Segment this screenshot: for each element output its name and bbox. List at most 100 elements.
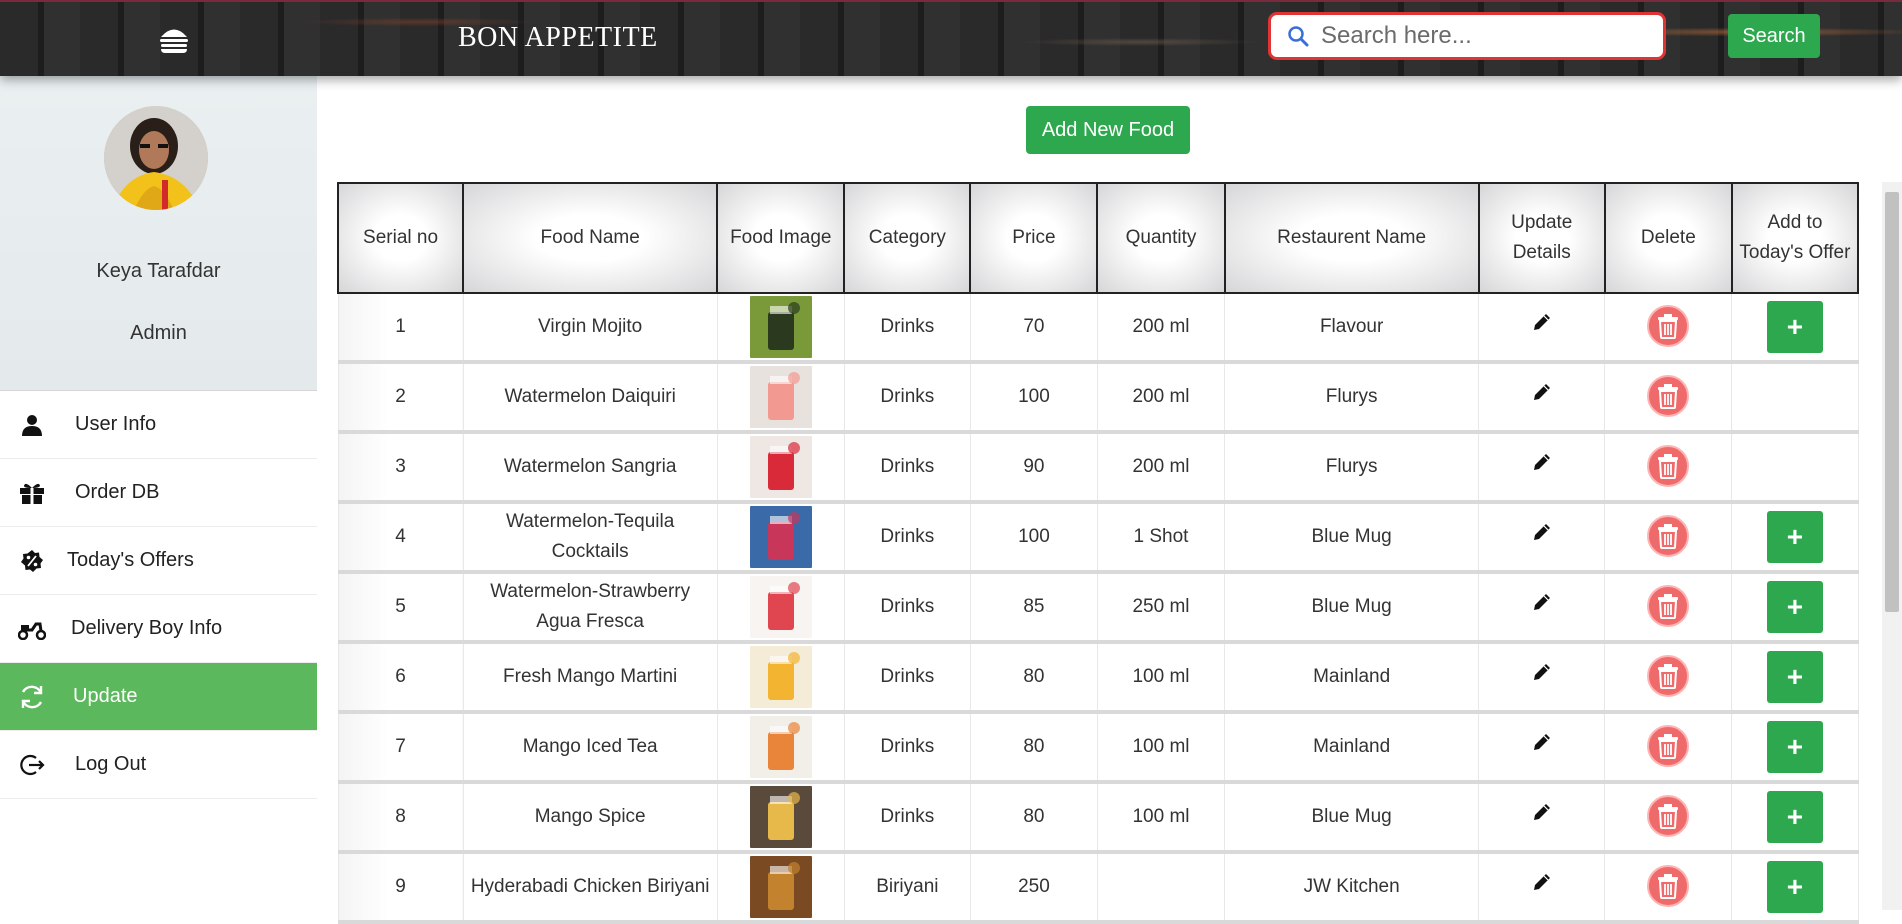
- edit-pencil-icon[interactable]: [1532, 732, 1552, 762]
- cell-food-image: [716, 293, 845, 362]
- cell-delete: [1604, 852, 1733, 922]
- delete-button[interactable]: [1647, 515, 1690, 557]
- delete-button[interactable]: [1647, 445, 1690, 487]
- food-image: [749, 296, 812, 358]
- add-to-offer-button[interactable]: +: [1766, 651, 1823, 703]
- table-row: 3 Watermelon Sangria Drinks 90 200 ml Flurys: [337, 432, 1859, 502]
- plus-icon: +: [1786, 591, 1804, 622]
- column-header: Delete: [1603, 182, 1733, 294]
- search-button[interactable]: Search: [1728, 14, 1820, 58]
- plus-icon: +: [1786, 311, 1804, 342]
- add-new-food-button[interactable]: Add New Food: [1026, 106, 1190, 154]
- add-to-offer-button[interactable]: +: [1766, 861, 1823, 913]
- sidebar-item-label: Today's Offers: [67, 549, 194, 571]
- delete-button[interactable]: [1647, 865, 1690, 907]
- delete-button[interactable]: [1647, 725, 1690, 767]
- edit-pencil-icon[interactable]: [1532, 592, 1552, 622]
- search-box[interactable]: [1268, 12, 1666, 60]
- edit-pencil-icon[interactable]: [1532, 872, 1552, 902]
- trash-icon: [1658, 314, 1679, 339]
- food-table: Serial no Food Name Food Image Category …: [336, 182, 1860, 924]
- sidebar-item-delivery-boy-info[interactable]: Delivery Boy Info: [0, 595, 317, 663]
- plus-icon: +: [1786, 731, 1804, 762]
- cell-update: [1478, 852, 1606, 922]
- column-header: Food Image: [716, 182, 846, 294]
- sidebar-item-label: Delivery Boy Info: [71, 617, 223, 639]
- cell-offer: +: [1731, 502, 1859, 572]
- cell-quantity: 100 ml: [1096, 712, 1226, 782]
- table-row: 4 Watermelon-Tequila Cocktails Drinks 100 1 …: [337, 502, 1859, 572]
- cell-food-image: [716, 362, 845, 432]
- column-header: Add to Today's Offer: [1730, 182, 1860, 294]
- cell-price: 80: [969, 782, 1098, 852]
- column-header: Category: [843, 182, 972, 294]
- edit-pencil-icon[interactable]: [1532, 452, 1552, 482]
- user-icon: [18, 411, 46, 439]
- search-input[interactable]: [1319, 15, 1663, 57]
- cell-price: 70: [969, 293, 1098, 362]
- delete-button[interactable]: [1647, 795, 1690, 837]
- cell-category: Drinks: [843, 642, 971, 712]
- vertical-scrollbar[interactable]: [1882, 182, 1902, 910]
- add-to-offer-button[interactable]: +: [1766, 301, 1823, 353]
- cell-restaurant: Blue Mug: [1224, 572, 1480, 642]
- cell-delete: [1604, 712, 1733, 782]
- cell-food-image: [716, 852, 845, 922]
- cell-price: 100: [969, 502, 1098, 572]
- cell-category: Drinks: [843, 432, 971, 502]
- sidebar-item-user-info[interactable]: User Info: [0, 391, 317, 459]
- sidebar-item-update[interactable]: Update: [0, 663, 317, 731]
- delete-button[interactable]: [1647, 305, 1690, 347]
- cell-restaurant: Blue Mug: [1224, 782, 1480, 852]
- sidebar-item-log-out[interactable]: Log Out: [0, 731, 317, 799]
- cell-offer: +: [1731, 712, 1859, 782]
- cell-delete: [1604, 362, 1733, 432]
- column-header: Restaurent Name: [1223, 182, 1480, 294]
- edit-pencil-icon[interactable]: [1532, 662, 1552, 692]
- edit-pencil-icon[interactable]: [1532, 312, 1552, 342]
- cell-quantity: 200 ml: [1096, 293, 1226, 362]
- delete-button[interactable]: [1647, 655, 1690, 697]
- table-row: 9 Hyderabadi Chicken Biriyani Biriyani 250 J…: [337, 852, 1859, 922]
- sidebar-item-todays-offers[interactable]: Today's Offers: [0, 527, 317, 595]
- cell-category: Drinks: [843, 362, 971, 432]
- cell-quantity: 100 ml: [1096, 642, 1226, 712]
- cell-restaurant: Mainland: [1224, 642, 1480, 712]
- cell-food-name: Watermelon Sangria: [462, 432, 718, 502]
- cell-food-image: [716, 432, 845, 502]
- column-header: Quantity: [1096, 182, 1226, 294]
- cell-delete: [1604, 782, 1733, 852]
- delete-button[interactable]: [1647, 585, 1690, 627]
- brand-title: BON APPETITE: [458, 22, 658, 53]
- delete-button[interactable]: [1647, 375, 1690, 417]
- scooter-icon: [18, 615, 46, 643]
- scrollbar-thumb[interactable]: [1885, 192, 1899, 612]
- edit-pencil-icon[interactable]: [1532, 802, 1552, 832]
- cell-delete: [1604, 642, 1733, 712]
- cell-food-name: Mango Spice: [462, 782, 718, 852]
- trash-icon: [1658, 804, 1679, 829]
- add-to-offer-button[interactable]: +: [1766, 791, 1823, 843]
- cell-food-image: [716, 782, 845, 852]
- cell-restaurant: Blue Mug: [1224, 502, 1480, 572]
- cell-update: [1478, 642, 1606, 712]
- add-to-offer-button[interactable]: +: [1766, 581, 1823, 633]
- avatar: [104, 106, 208, 210]
- add-to-offer-button[interactable]: +: [1766, 511, 1823, 563]
- burger-logo-icon[interactable]: [158, 26, 190, 54]
- edit-pencil-icon[interactable]: [1532, 382, 1552, 412]
- column-header: Serial no: [336, 182, 465, 294]
- cell-food-name: Watermelon-Tequila Cocktails: [462, 502, 718, 572]
- cell-delete: [1604, 432, 1733, 502]
- add-to-offer-button[interactable]: +: [1766, 721, 1823, 773]
- cell-quantity: 100 ml: [1096, 782, 1226, 852]
- cell-food-name: Mango Iced Tea: [462, 712, 718, 782]
- cell-serial: 2: [337, 362, 464, 432]
- cell-food-name: Watermelon Daiquiri: [462, 362, 718, 432]
- cell-price: 100: [969, 362, 1098, 432]
- cell-update: [1478, 362, 1606, 432]
- cell-serial: 9: [337, 852, 464, 922]
- main-content: Add New Food Serial no Food Name Food Im…: [317, 76, 1902, 922]
- edit-pencil-icon[interactable]: [1532, 522, 1552, 552]
- sidebar-item-order-db[interactable]: Order DB: [0, 459, 317, 527]
